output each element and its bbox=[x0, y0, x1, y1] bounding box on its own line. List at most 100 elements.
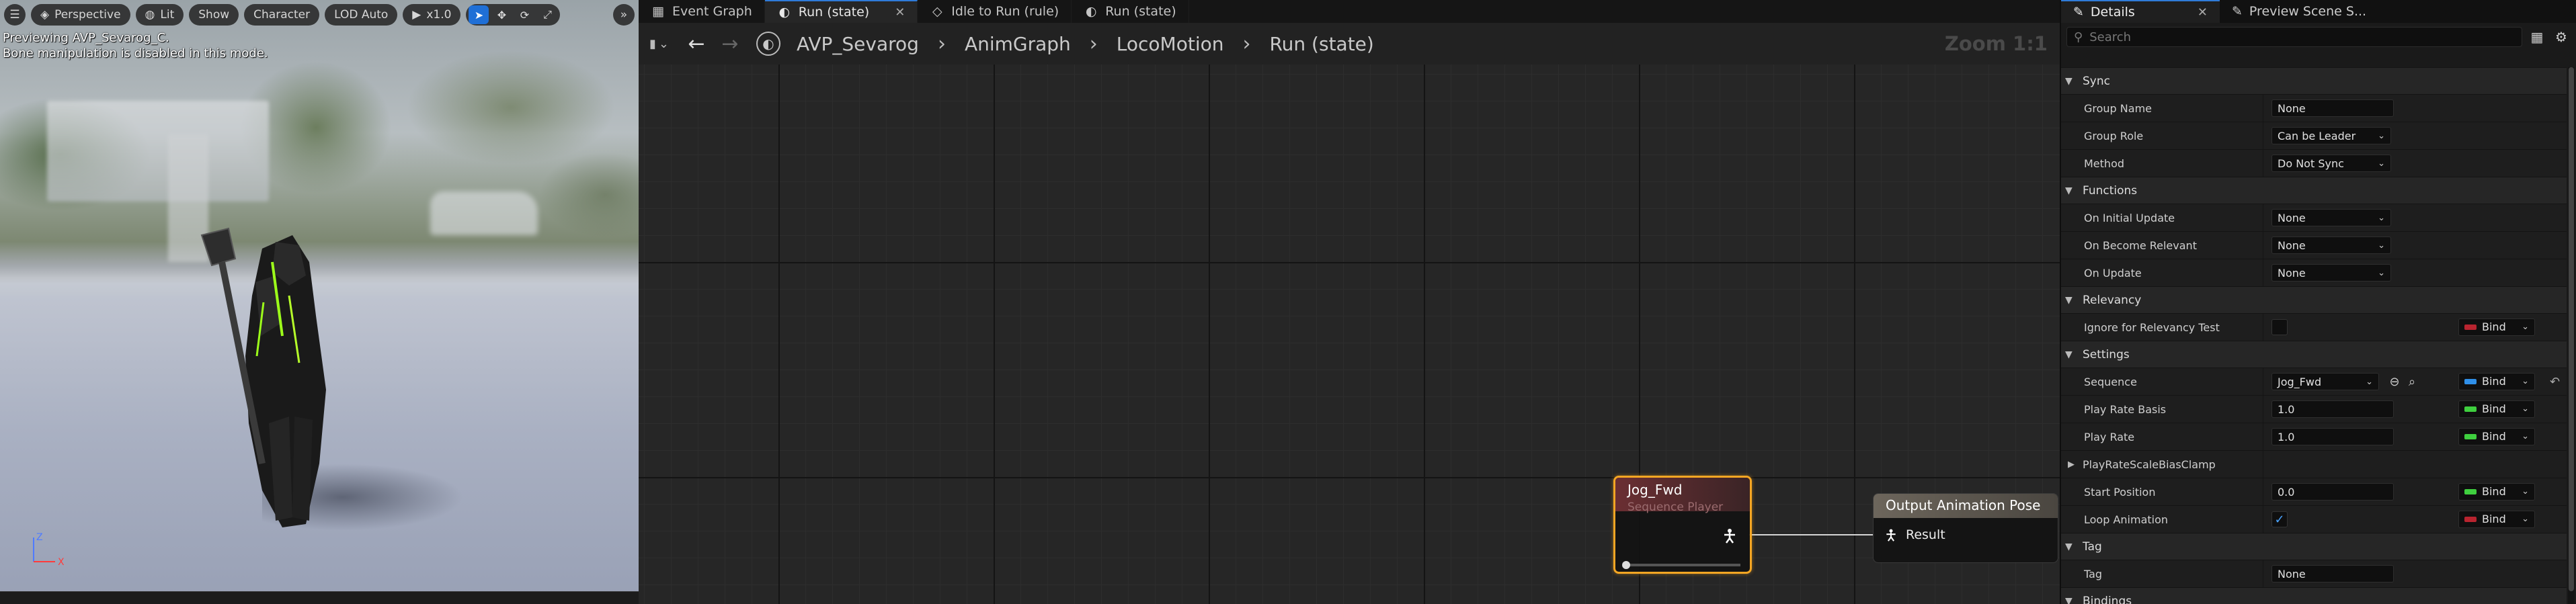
table-view-icon[interactable]: ▦ bbox=[2528, 28, 2546, 46]
result-pin[interactable]: Result bbox=[1884, 527, 1945, 542]
bind-dropdown[interactable]: Bind ⌄ bbox=[2458, 318, 2535, 336]
category-functions[interactable]: ▼ Functions bbox=[2061, 177, 2567, 204]
output-pose-node[interactable]: Output Animation Pose Result bbox=[1873, 493, 2058, 563]
tab-run-state-active[interactable]: ◐ Run (state) ✕ bbox=[764, 0, 918, 23]
double-chevron-right-icon: » bbox=[620, 8, 628, 21]
graph-tab-bar: ▦ Event Graph ◐ Run (state) ✕ ◇ Idle to … bbox=[639, 0, 2060, 23]
chevron-down-icon: ⌄ bbox=[2378, 130, 2385, 141]
hamburger-icon: ☰ bbox=[9, 8, 20, 21]
viewport-menu-button[interactable]: ☰ bbox=[4, 4, 26, 26]
category-tag[interactable]: ▼ Tag bbox=[2061, 533, 2567, 560]
tab-run-state[interactable]: ◐ Run (state) bbox=[1072, 0, 1189, 23]
tag-field[interactable]: None bbox=[2271, 565, 2394, 583]
lod-button[interactable]: LOD Auto bbox=[325, 4, 398, 26]
details-panel: ✎ Details ✕ ✎ Preview Scene S... ⚲ ▦ ⚙ ▼… bbox=[2060, 0, 2576, 604]
breadcrumb-item[interactable]: AnimGraph bbox=[965, 33, 1071, 55]
method-dropdown[interactable]: Do Not Sync ⌄ bbox=[2271, 155, 2391, 172]
back-arrow-icon[interactable]: ← bbox=[680, 32, 713, 56]
sequence-asset-dropdown[interactable]: Jog_Fwd ⌄ bbox=[2271, 373, 2379, 390]
pencil-icon: ✎ bbox=[2232, 4, 2243, 19]
chevron-down-icon: ⌄ bbox=[2522, 404, 2529, 414]
bind-dropdown[interactable]: Bind ⌄ bbox=[2458, 427, 2535, 445]
collapse-triangle-icon: ▼ bbox=[2065, 294, 2072, 306]
start-position-field[interactable]: 0.0 bbox=[2271, 483, 2394, 501]
play-rate-field[interactable]: 1.0 bbox=[2271, 428, 2394, 445]
viewport-overflow-button[interactable]: » bbox=[613, 4, 635, 26]
category-bindings[interactable]: ▼ Bindings bbox=[2061, 587, 2567, 604]
on-initial-update-dropdown[interactable]: None ⌄ bbox=[2271, 209, 2391, 226]
move-tool-icon[interactable]: ✥ bbox=[491, 5, 512, 24]
scrollbar-thumb[interactable] bbox=[2569, 67, 2574, 591]
chevron-down-icon: ⌄ bbox=[2378, 158, 2385, 169]
character-button[interactable]: Character bbox=[244, 4, 320, 26]
rotate-tool-icon[interactable]: ⟳ bbox=[514, 5, 534, 24]
category-sync[interactable]: ▼ Sync bbox=[2061, 67, 2567, 94]
playback-speed-button[interactable]: ▶ x1.0 bbox=[403, 4, 461, 26]
ignore-relevancy-checkbox[interactable] bbox=[2271, 319, 2288, 335]
expand-triangle-icon[interactable]: ▶ bbox=[2068, 460, 2075, 470]
on-become-relevant-dropdown[interactable]: None ⌄ bbox=[2271, 236, 2391, 254]
search-icon: ⚲ bbox=[2074, 30, 2083, 44]
result-pin-label: Result bbox=[1906, 527, 1945, 542]
bind-dropdown[interactable]: Bind ⌄ bbox=[2458, 372, 2535, 390]
browse-asset-icon[interactable]: ⌕ bbox=[2403, 373, 2421, 390]
blueprint-icon: ◐ bbox=[756, 32, 780, 56]
loop-animation-checkbox[interactable]: ✓ bbox=[2271, 511, 2288, 527]
property-label: Play Rate Basis bbox=[2084, 402, 2167, 416]
pose-pin-icon[interactable] bbox=[1722, 527, 1738, 544]
close-icon[interactable]: ✕ bbox=[2198, 5, 2208, 19]
property-row: On Update None ⌄ bbox=[2061, 259, 2567, 287]
chevron-right-icon: › bbox=[937, 32, 946, 56]
category-relevancy[interactable]: ▼ Relevancy bbox=[2061, 286, 2567, 313]
tab-preview-scene-settings[interactable]: ✎ Preview Scene S... bbox=[2220, 0, 2378, 23]
node-title: Jog_Fwd bbox=[1627, 482, 1683, 498]
search-input[interactable] bbox=[2089, 30, 2515, 44]
tab-idle-to-run-rule[interactable]: ◇ Idle to Run (rule) bbox=[918, 0, 1072, 23]
property-label: On Become Relevant bbox=[2084, 239, 2197, 252]
tab-details[interactable]: ✎ Details ✕ bbox=[2061, 0, 2220, 23]
chevron-down-icon: ⌄ bbox=[2522, 486, 2529, 497]
group-name-field[interactable]: None bbox=[2271, 99, 2394, 117]
scale-tool-icon[interactable]: ⤢ bbox=[537, 5, 557, 24]
viewport-overlay-text: Previewing AVP_Sevarog_C. Bone manipulat… bbox=[3, 30, 268, 61]
lit-button[interactable]: ◍ Lit bbox=[135, 4, 184, 26]
property-label: Sequence bbox=[2084, 375, 2137, 388]
gear-icon[interactable]: ⚙ bbox=[2552, 28, 2571, 46]
property-row: On Initial Update None ⌄ bbox=[2061, 204, 2567, 232]
reset-to-default-icon[interactable]: ↶ bbox=[2550, 375, 2560, 389]
perspective-button[interactable]: ◈ Perspective bbox=[31, 4, 130, 26]
forward-arrow-icon[interactable]: → bbox=[713, 32, 747, 56]
breadcrumb-item[interactable]: Run (state) bbox=[1269, 33, 1373, 55]
tab-event-graph[interactable]: ▦ Event Graph bbox=[639, 0, 765, 23]
details-scrollbar[interactable] bbox=[2568, 67, 2575, 604]
group-role-dropdown[interactable]: Can be Leader ⌄ bbox=[2271, 127, 2391, 144]
node-header: Jog_Fwd Sequence Player bbox=[1615, 478, 1750, 514]
bind-dropdown[interactable]: Bind ⌄ bbox=[2458, 400, 2535, 418]
graph-nav-bar: ▮ ⌄ ← → ◐ AVP_Sevarog › AnimGraph › Loco… bbox=[639, 23, 2060, 64]
property-row: Play Rate Basis 1.0 Bind ⌄ bbox=[2061, 395, 2567, 423]
use-selected-asset-icon[interactable]: ⊖ bbox=[2386, 373, 2403, 390]
bind-dropdown[interactable]: Bind ⌄ bbox=[2458, 482, 2535, 501]
on-update-dropdown[interactable]: None ⌄ bbox=[2271, 264, 2391, 282]
preview-viewport[interactable]: ☰ ◈ Perspective ◍ Lit Show Character LOD… bbox=[0, 0, 639, 604]
graph-canvas[interactable] bbox=[639, 64, 2060, 604]
chevron-down-icon: ⌄ bbox=[2522, 376, 2529, 386]
select-tool-icon[interactable]: ➤ bbox=[469, 5, 489, 24]
property-row: Group Name None bbox=[2061, 94, 2567, 122]
bookmark-dropdown[interactable]: ▮ ⌄ bbox=[639, 37, 680, 51]
category-settings[interactable]: ▼ Settings bbox=[2061, 341, 2567, 368]
viewport-toolbar: ☰ ◈ Perspective ◍ Lit Show Character LOD… bbox=[0, 0, 639, 30]
chevron-down-icon: ⌄ bbox=[2378, 267, 2385, 278]
property-row[interactable]: ▶ PlayRateScaleBiasClamp bbox=[2061, 450, 2567, 478]
cube-icon: ◈ bbox=[40, 8, 50, 21]
show-button[interactable]: Show bbox=[189, 4, 239, 26]
breadcrumb-item[interactable]: AVP_Sevarog bbox=[797, 33, 919, 55]
sequence-player-node[interactable]: Jog_Fwd Sequence Player bbox=[1613, 476, 1752, 574]
play-rate-basis-field[interactable]: 1.0 bbox=[2271, 400, 2394, 418]
playback-progress-knob[interactable] bbox=[1622, 561, 1630, 569]
bind-dropdown[interactable]: Bind ⌄ bbox=[2458, 510, 2535, 528]
close-icon[interactable]: ✕ bbox=[895, 5, 905, 19]
breadcrumb-item[interactable]: LocoMotion bbox=[1117, 33, 1224, 55]
breadcrumb: ◐ AVP_Sevarog › AnimGraph › LocoMotion ›… bbox=[747, 32, 1374, 56]
property-row: Group Role Can be Leader ⌄ bbox=[2061, 122, 2567, 150]
